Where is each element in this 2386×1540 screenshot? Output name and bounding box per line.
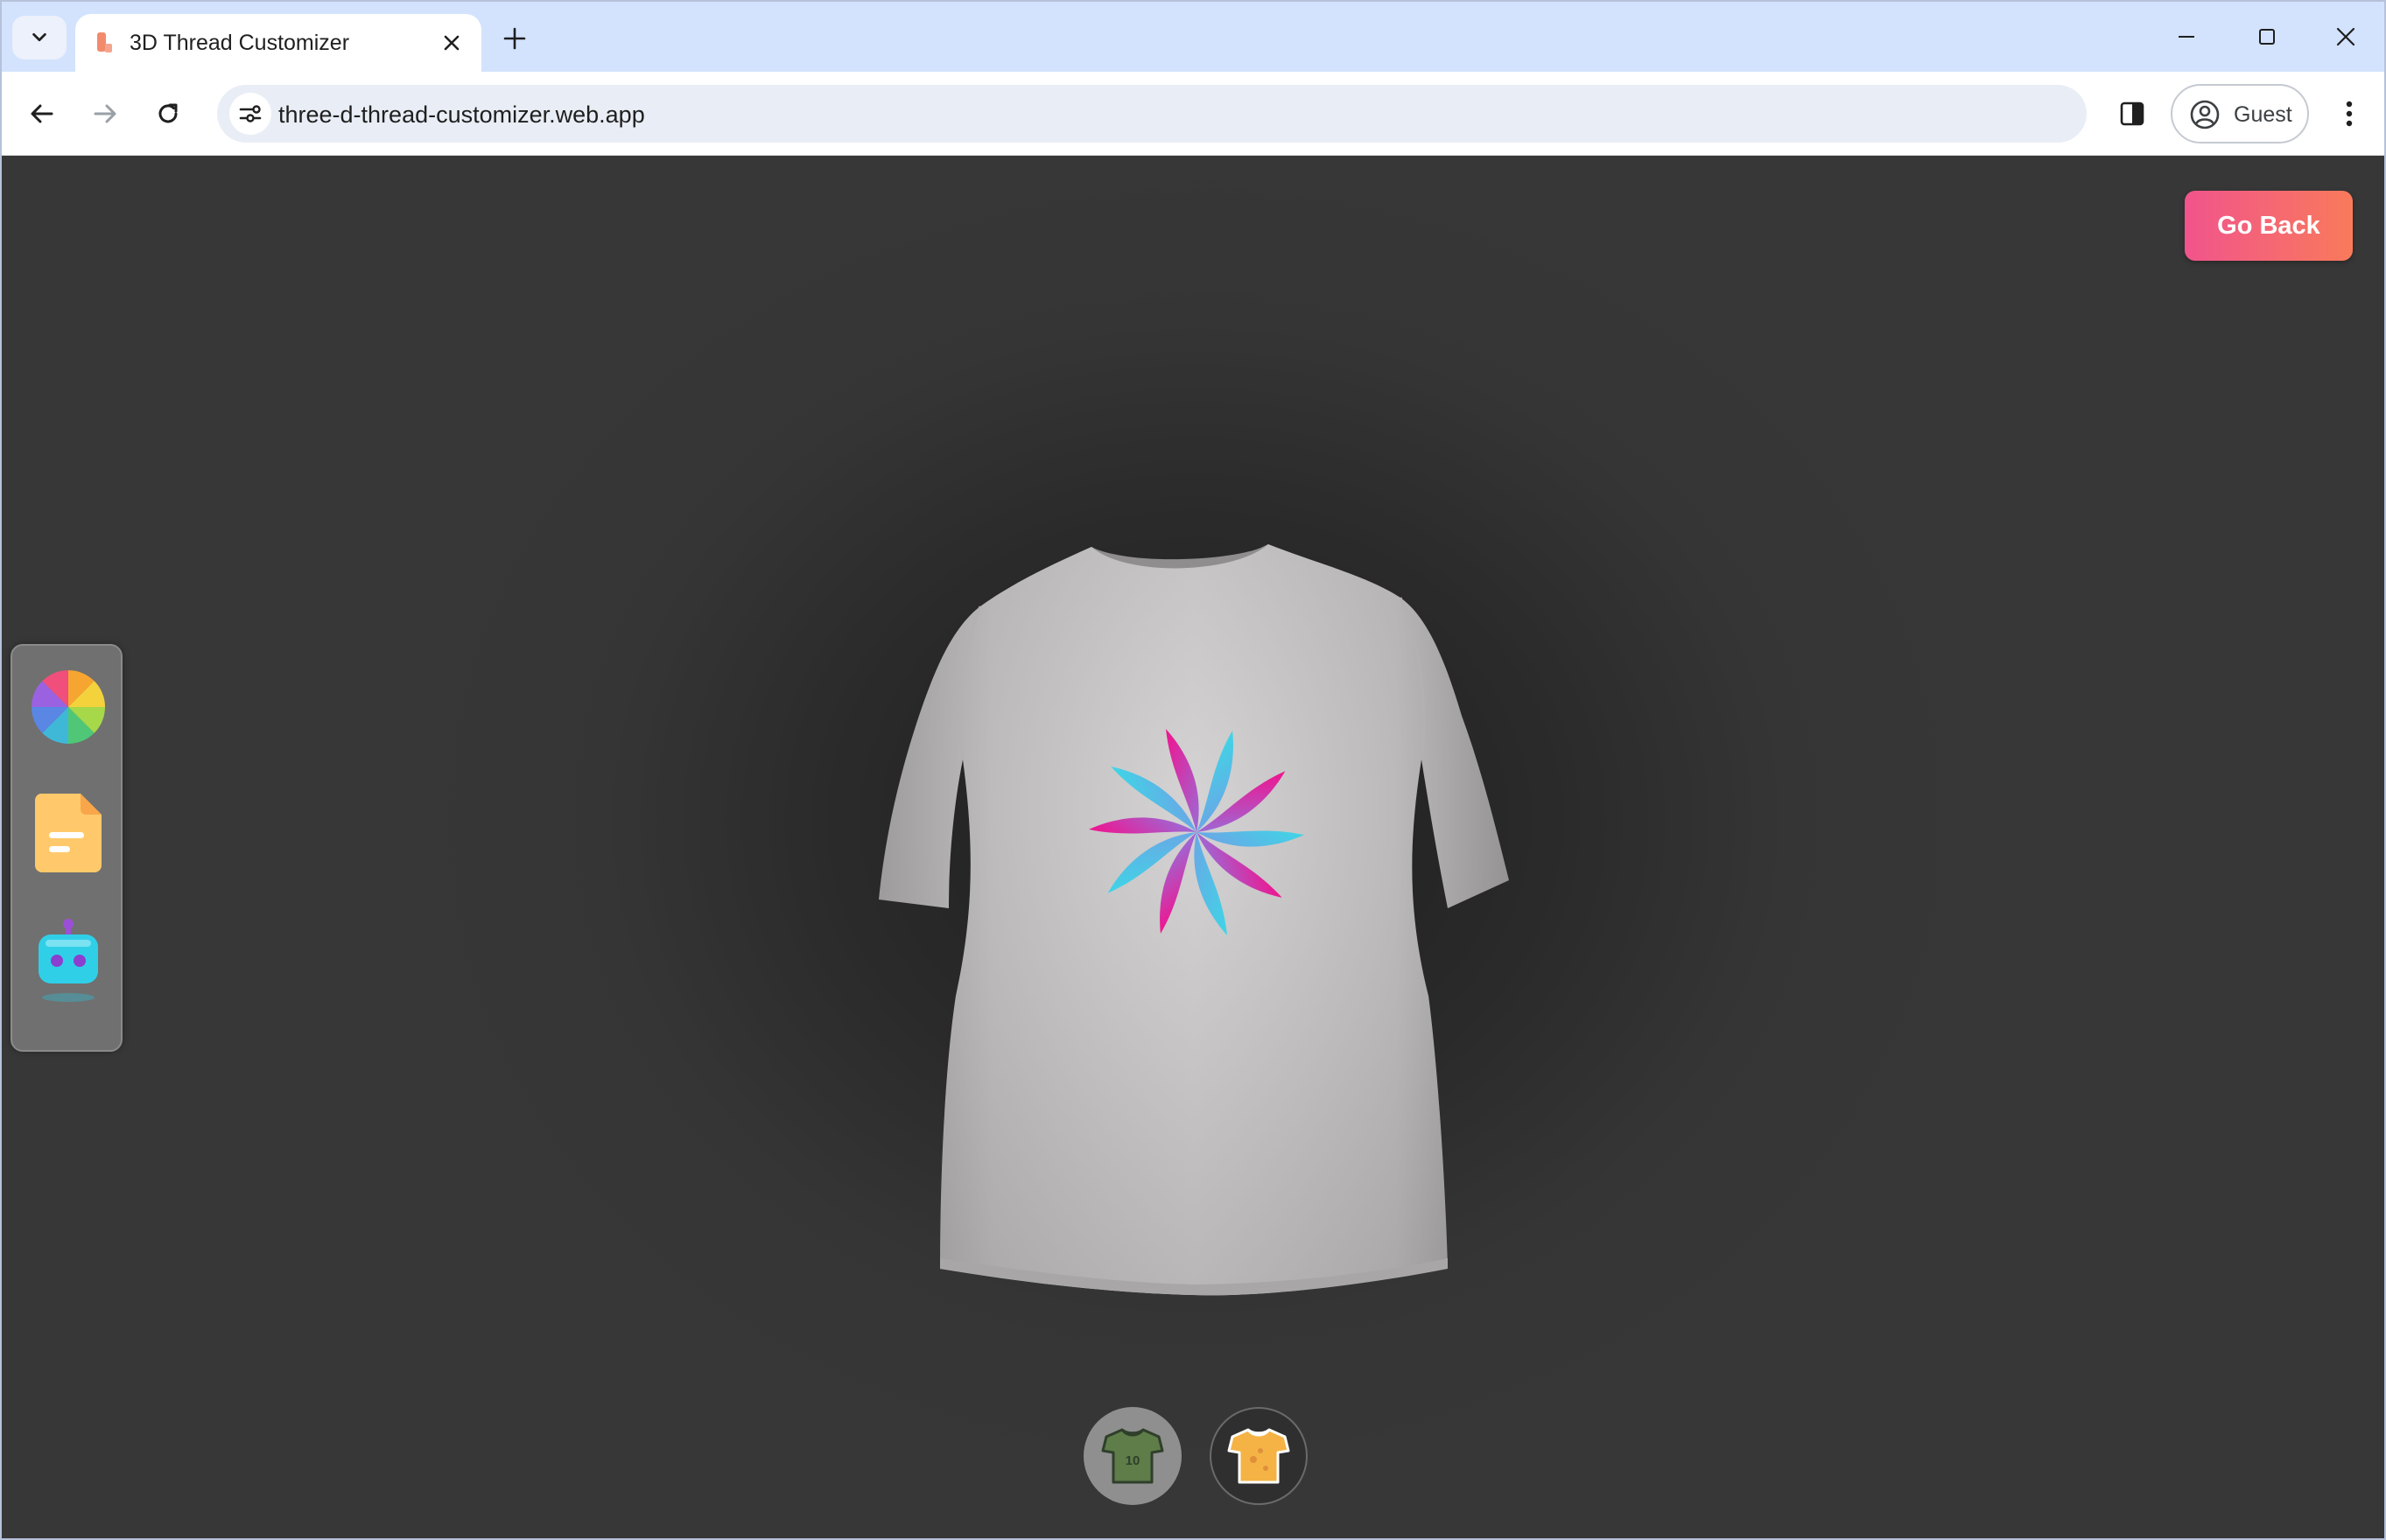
browser-menu-button[interactable] — [2328, 91, 2370, 136]
close-icon — [2336, 27, 2355, 46]
close-tab-button[interactable] — [438, 29, 466, 57]
svg-text:10: 10 — [1126, 1453, 1140, 1468]
reload-button[interactable] — [145, 91, 191, 136]
browser-toolbar: three-d-thread-customizer.web.app Guest — [2, 72, 2384, 156]
reload-icon — [158, 103, 178, 123]
close-window-button[interactable] — [2319, 14, 2372, 60]
arrow-left-icon — [31, 104, 53, 123]
profile-label: Guest — [2234, 102, 2292, 127]
minimize-icon — [2179, 36, 2194, 38]
profile-button[interactable]: Guest — [2171, 84, 2309, 144]
forward-button[interactable] — [82, 91, 128, 136]
side-panel-button[interactable] — [2109, 91, 2155, 136]
plus-icon — [503, 27, 526, 50]
browser-window: 3D Thread Customizer three-d-thread-cust… — [0, 0, 2386, 1540]
editor-tab-filepicker[interactable] — [30, 791, 107, 875]
site-info-button[interactable] — [229, 93, 271, 135]
logo-shirt-icon: 10 — [1101, 1428, 1164, 1484]
ai-robot-icon — [39, 919, 98, 1002]
more-vert-icon — [2346, 101, 2353, 127]
filter-tab-logo-shirt[interactable]: 10 — [1084, 1407, 1182, 1505]
account-circle-icon — [2190, 100, 2220, 130]
chevron-down-icon — [32, 32, 46, 42]
arrow-right-icon — [94, 104, 116, 123]
maximize-icon — [2259, 29, 2275, 45]
tab-strip: 3D Thread Customizer — [2, 2, 2384, 72]
editor-tabs-panel — [11, 644, 123, 1052]
editor-tab-aipicker[interactable] — [30, 919, 107, 1003]
url-text: three-d-thread-customizer.web.app — [278, 102, 645, 128]
stylish-shirt-icon — [1227, 1428, 1290, 1484]
color-wheel-icon — [31, 670, 105, 744]
file-icon — [34, 794, 102, 872]
tune-icon — [239, 105, 262, 122]
thread-favicon-icon — [97, 32, 112, 52]
customizer-canvas[interactable]: Go Back 10 — [2, 156, 2384, 1538]
new-tab-button[interactable] — [497, 21, 532, 56]
maximize-button[interactable] — [2241, 14, 2293, 60]
tshirt-model[interactable] — [754, 383, 1630, 1372]
tab-title: 3D Thread Customizer — [130, 31, 350, 55]
tab-search-button[interactable] — [12, 16, 67, 60]
go-back-button[interactable]: Go Back — [2185, 191, 2353, 261]
minimize-button[interactable] — [2160, 14, 2213, 60]
close-icon — [444, 35, 460, 51]
editor-tab-colorpicker[interactable] — [30, 665, 107, 749]
address-bar[interactable]: three-d-thread-customizer.web.app — [217, 85, 2087, 143]
side-panel-icon — [2120, 102, 2144, 126]
back-button[interactable] — [19, 91, 65, 136]
filter-tab-stylish-shirt[interactable] — [1210, 1407, 1308, 1505]
browser-tab[interactable]: 3D Thread Customizer — [75, 14, 481, 72]
